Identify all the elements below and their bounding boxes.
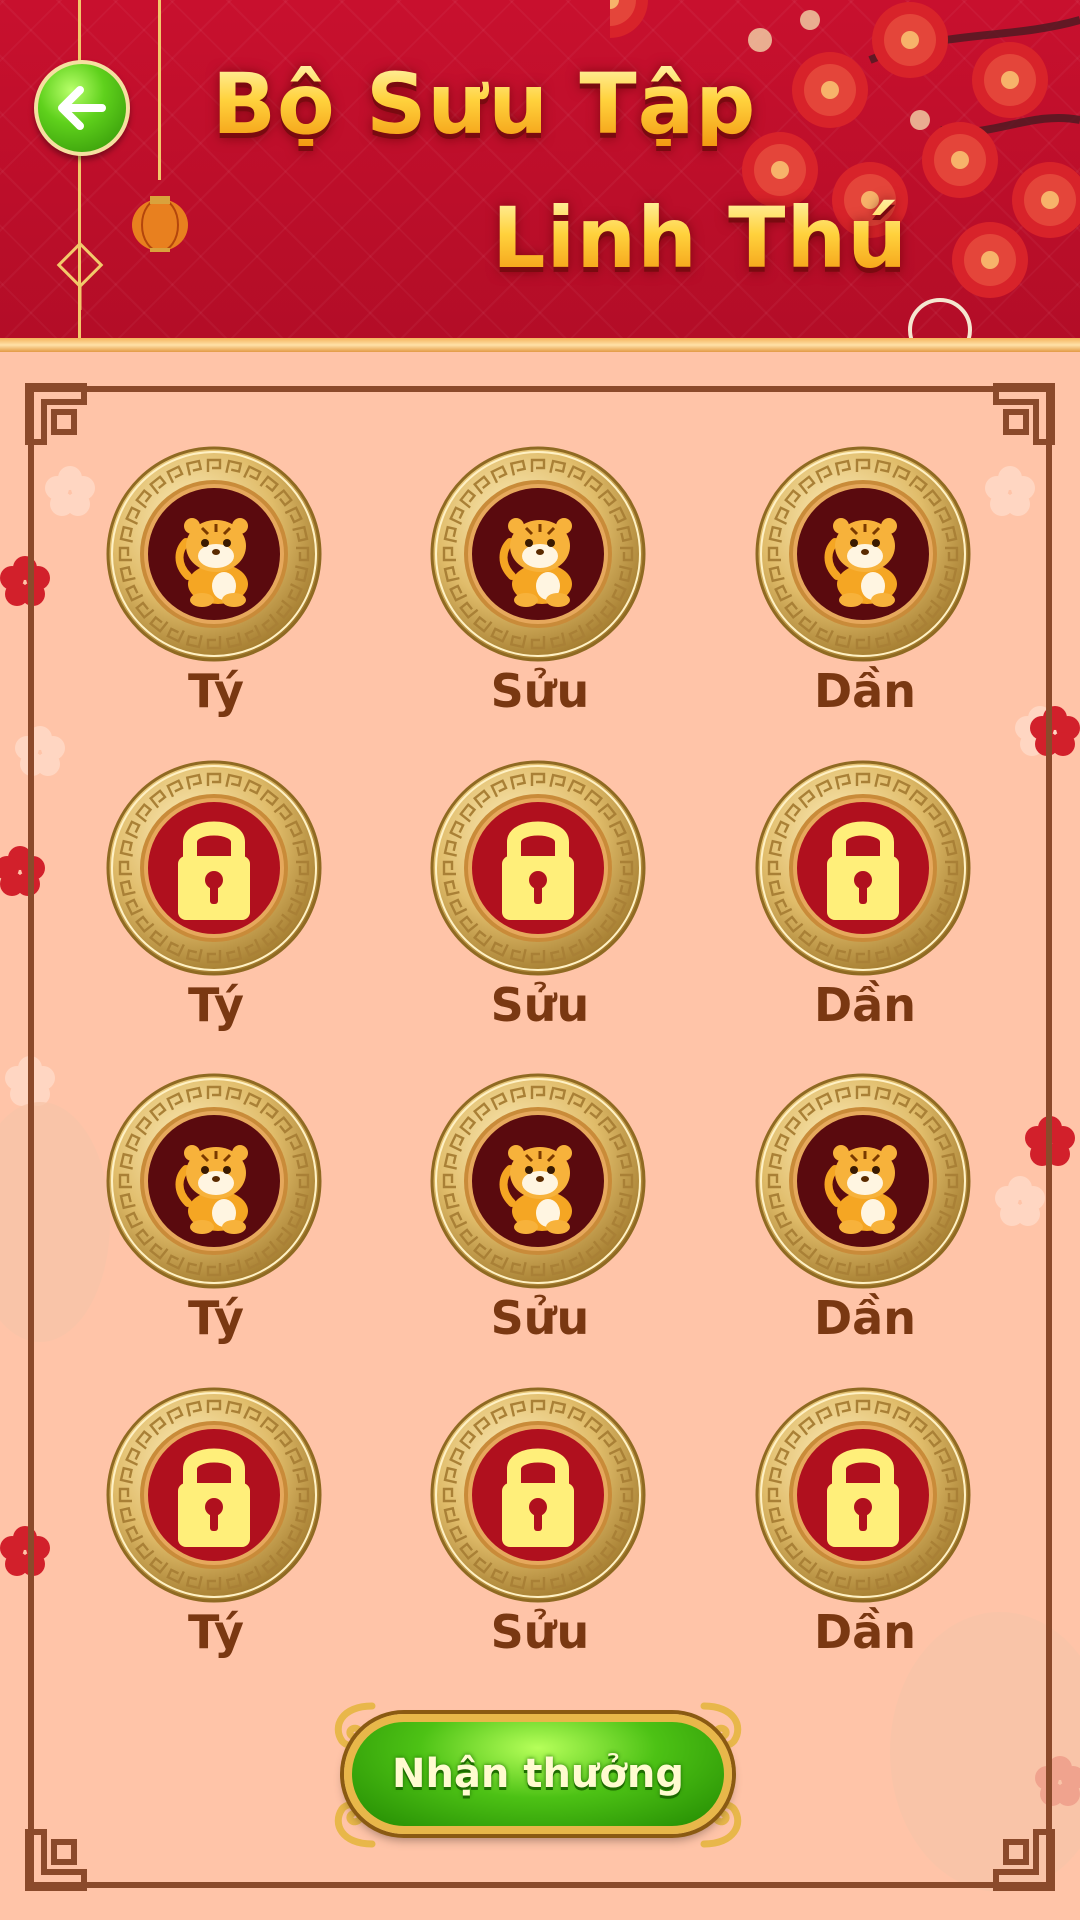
reward-button-container: Nhận thưởng [322,1696,754,1854]
locked-medal[interactable] [106,1387,322,1603]
zodiac-medal[interactable] [106,446,322,662]
zodiac-medal[interactable] [430,1073,646,1289]
zodiac-label: Tý [188,978,244,1032]
zodiac-label: Dần [814,1291,916,1345]
zodiac-label: Tý [188,1291,244,1345]
claim-reward-label: Nhận thưởng [391,1751,684,1797]
zodiac-label: Dần [814,978,916,1032]
locked-zodiac-card[interactable]: Sửu [430,760,650,1050]
claim-reward-button[interactable]: Nhận thưởng [344,1714,732,1834]
zodiac-label: Sửu [490,978,590,1032]
zodiac-card[interactable]: Tý [106,1073,326,1363]
locked-zodiac-card[interactable]: Sửu [430,1387,650,1677]
zodiac-label: Dần [814,1605,916,1659]
zodiac-label: Sửu [490,1291,590,1345]
zodiac-medal[interactable] [755,1073,971,1289]
locked-medal[interactable] [755,760,971,976]
zodiac-label: Tý [188,664,244,718]
zodiac-label: Sửu [490,1605,590,1659]
zodiac-medal[interactable] [755,446,971,662]
zodiac-card[interactable]: Dần [755,446,975,736]
zodiac-card[interactable]: Sửu [430,1073,650,1363]
locked-medal[interactable] [430,760,646,976]
zodiac-medal[interactable] [430,446,646,662]
locked-zodiac-card[interactable]: Dần [755,1387,975,1677]
locked-medal[interactable] [430,1387,646,1603]
zodiac-card[interactable]: Tý [106,446,326,736]
zodiac-label: Sửu [490,664,590,718]
locked-medal[interactable] [106,760,322,976]
zodiac-collection-grid: Tý Sửu Dần Tý Sửu Dần Tý Sửu Dần Tý Sửu … [0,0,1080,1920]
zodiac-card[interactable]: Dần [755,1073,975,1363]
locked-zodiac-card[interactable]: Tý [106,1387,326,1677]
zodiac-medal[interactable] [106,1073,322,1289]
locked-zodiac-card[interactable]: Tý [106,760,326,1050]
zodiac-label: Tý [188,1605,244,1659]
zodiac-label: Dần [814,664,916,718]
zodiac-card[interactable]: Sửu [430,446,650,736]
locked-medal[interactable] [755,1387,971,1603]
locked-zodiac-card[interactable]: Dần [755,760,975,1050]
